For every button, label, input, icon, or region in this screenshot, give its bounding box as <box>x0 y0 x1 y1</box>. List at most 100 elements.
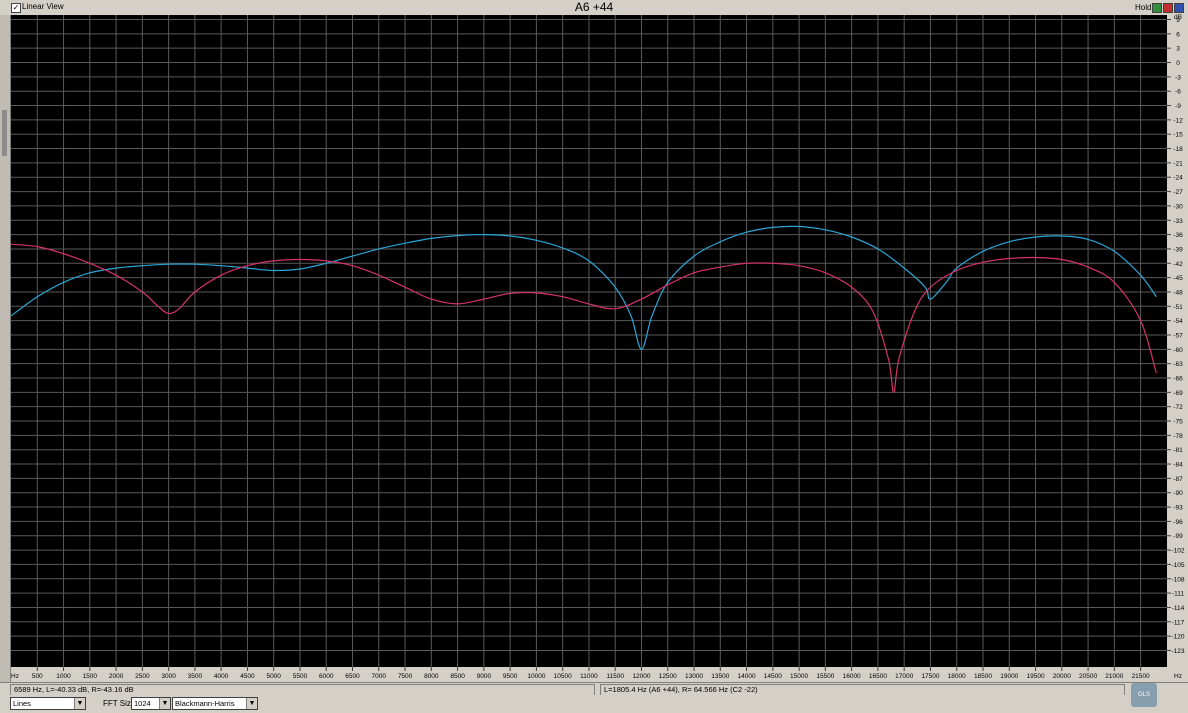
spectrum-plot[interactable]: 9630-3-6-9-12-15-18-21-24-27-30-33-36-39… <box>0 0 1188 713</box>
y-tick-label: -78 <box>1173 433 1183 440</box>
y-tick-label: -57 <box>1173 332 1183 339</box>
x-tick-label: 9000 <box>477 673 492 680</box>
x-tick-label: 16500 <box>869 673 887 680</box>
status-bar: 6589 Hz, L=-40.33 dB, R=-43.16 dB L=1805… <box>0 682 1188 696</box>
y-tick-label: -51 <box>1173 304 1183 311</box>
x-tick-label: 8500 <box>450 673 465 680</box>
y-tick-label: -63 <box>1173 361 1183 368</box>
chevron-down-icon[interactable]: ▼ <box>246 698 257 709</box>
window-function-value: Blackmann-Harris <box>175 699 235 708</box>
x-tick-label: 16000 <box>843 673 861 680</box>
x-tick-label: 5000 <box>266 673 281 680</box>
y-tick-label: -69 <box>1173 390 1183 397</box>
x-tick-label: 3000 <box>161 673 176 680</box>
y-tick-label: -36 <box>1173 232 1183 239</box>
x-tick-label: 19000 <box>1000 673 1018 680</box>
y-tick-label: -33 <box>1173 218 1183 225</box>
control-bar: Lines ▼ FFT Size 1024 ▼ Blackmann-Harris… <box>0 695 1188 713</box>
app-logo: GLS <box>1131 683 1157 707</box>
x-tick-label: 11000 <box>580 673 598 680</box>
y-tick-label: -18 <box>1173 146 1183 153</box>
y-tick-label: -72 <box>1173 404 1183 411</box>
x-tick-label: 4500 <box>240 673 255 680</box>
x-tick-label: 8000 <box>424 673 439 680</box>
y-tick-label: -87 <box>1173 476 1183 483</box>
x-tick-label: 20000 <box>1053 673 1071 680</box>
y-tick-label: 6 <box>1176 31 1180 38</box>
y-tick-label: -90 <box>1173 490 1183 497</box>
y-tick-label: -96 <box>1173 519 1183 526</box>
chevron-down-icon[interactable]: ▼ <box>159 698 170 709</box>
y-tick-label: -9 <box>1175 103 1181 110</box>
y-tick-label: -15 <box>1173 132 1183 139</box>
y-tick-label: -60 <box>1173 347 1183 354</box>
x-tick-label: 14500 <box>764 673 782 680</box>
y-tick-label: -117 <box>1172 619 1185 626</box>
x-tick-label: 1000 <box>56 673 71 680</box>
y-tick-label: -120 <box>1171 634 1184 641</box>
x-tick-label: 12500 <box>659 673 677 680</box>
x-tick-label: 5500 <box>293 673 308 680</box>
y-tick-label: -84 <box>1173 462 1183 469</box>
y-tick-label: -27 <box>1173 189 1183 196</box>
y-tick-label: -114 <box>1172 605 1185 612</box>
x-tick-label: 18000 <box>948 673 966 680</box>
y-tick-label: -99 <box>1173 533 1183 540</box>
y-tick-label: -24 <box>1173 175 1183 182</box>
x-tick-label: 12000 <box>632 673 650 680</box>
fft-size-value: 1024 <box>134 699 151 708</box>
y-tick-label: -111 <box>1172 591 1184 598</box>
x-tick-label: 17500 <box>921 673 939 680</box>
x-tick-label: 13500 <box>711 673 729 680</box>
y-tick-label: -108 <box>1171 576 1184 583</box>
y-tick-label: -48 <box>1173 289 1183 296</box>
x-tick-label: 6500 <box>345 673 360 680</box>
y-unit-label: dB <box>1174 14 1182 21</box>
y-tick-label: -123 <box>1171 648 1184 655</box>
y-tick-label: -21 <box>1173 160 1183 167</box>
display-mode-select[interactable]: Lines ▼ <box>10 697 86 710</box>
y-tick-label: -30 <box>1173 203 1183 210</box>
x-tick-label: 10500 <box>554 673 572 680</box>
x-tick-label: 14000 <box>738 673 756 680</box>
x-tick-label: 7000 <box>372 673 387 680</box>
y-tick-label: -66 <box>1173 376 1183 383</box>
y-tick-label: -39 <box>1173 246 1183 253</box>
x-tick-label: 21000 <box>1105 673 1123 680</box>
x-tick-label: 21500 <box>1132 673 1150 680</box>
y-tick-label: 3 <box>1176 46 1180 53</box>
x-tick-label: 3500 <box>188 673 203 680</box>
x-tick-label: 15500 <box>816 673 834 680</box>
y-tick-label: -81 <box>1173 447 1183 454</box>
x-tick-label: 1500 <box>83 673 98 680</box>
x-tick-label: 9500 <box>503 673 518 680</box>
window-function-select[interactable]: Blackmann-Harris ▼ <box>172 697 258 710</box>
y-tick-label: -105 <box>1171 562 1184 569</box>
x-tick-label: 13000 <box>685 673 703 680</box>
x-tick-label: 500 <box>32 673 43 680</box>
y-tick-label: -102 <box>1171 548 1184 555</box>
x-tick-label: 4000 <box>214 673 229 680</box>
x-tick-label: 2000 <box>109 673 124 680</box>
y-tick-label: -75 <box>1173 419 1183 426</box>
x-tick-label: 7500 <box>398 673 413 680</box>
fft-size-select[interactable]: 1024 ▼ <box>131 697 171 710</box>
x-tick-label: 19500 <box>1026 673 1044 680</box>
x-unit-label: Hz <box>1174 673 1182 680</box>
y-tick-label: -93 <box>1173 505 1183 512</box>
x-tick-label: 2500 <box>135 673 150 680</box>
y-tick-label: -45 <box>1173 275 1183 282</box>
x-tick-label: 11500 <box>606 673 624 680</box>
y-tick-label: -6 <box>1175 89 1181 96</box>
x-unit-label: Hz <box>11 673 19 680</box>
x-tick-label: 18500 <box>974 673 992 680</box>
y-axis-panel <box>1167 15 1188 667</box>
x-tick-label: 6000 <box>319 673 334 680</box>
y-tick-label: 0 <box>1176 60 1180 67</box>
y-tick-label: -3 <box>1175 74 1181 81</box>
x-tick-label: 15000 <box>790 673 808 680</box>
y-tick-label: -54 <box>1173 318 1183 325</box>
y-tick-label: -12 <box>1173 117 1183 124</box>
y-tick-label: -42 <box>1173 261 1183 268</box>
chevron-down-icon[interactable]: ▼ <box>74 698 85 709</box>
